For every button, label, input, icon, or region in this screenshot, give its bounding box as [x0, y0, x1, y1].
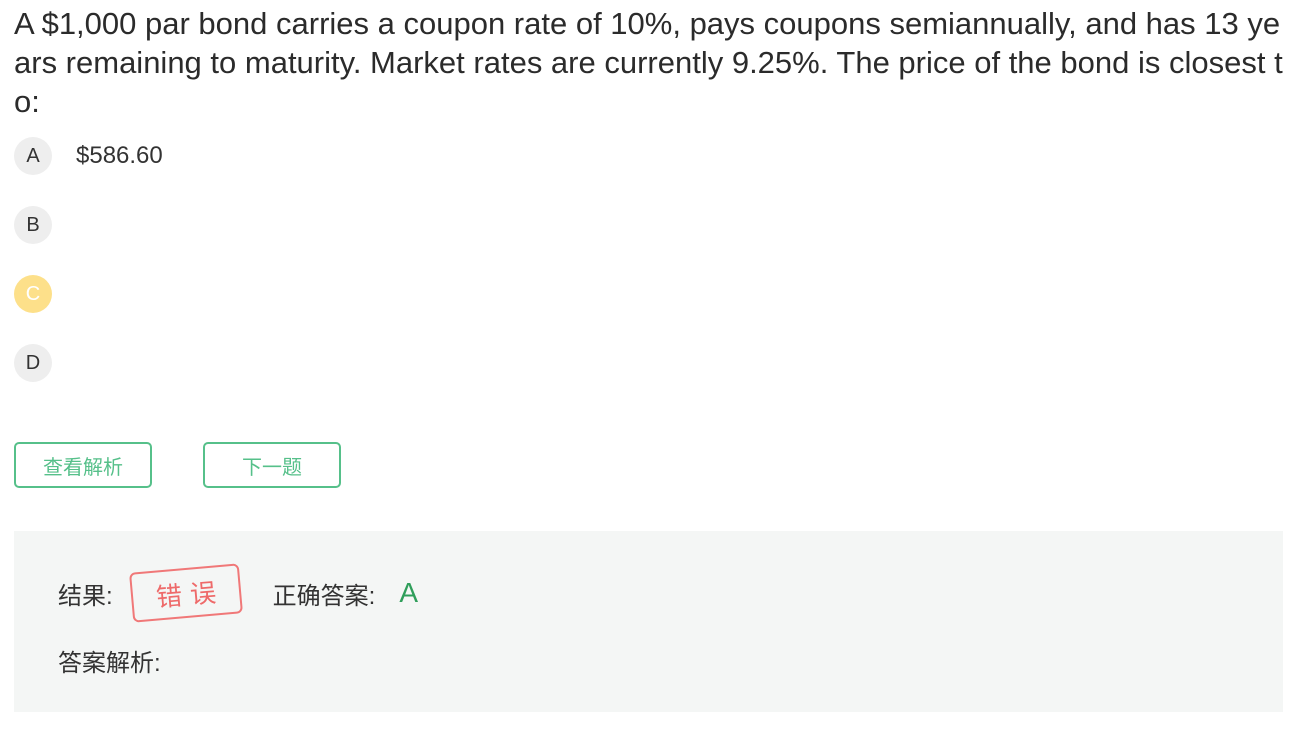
option-letter-selected: C [14, 275, 52, 313]
wrong-stamp: 错误 [128, 563, 243, 623]
options-list: A $586.60 B C D [14, 137, 1285, 382]
view-analysis-button[interactable]: 查看解析 [14, 442, 152, 488]
result-label: 结果: [58, 582, 113, 610]
question-text: A $1,000 par bond carries a coupon rate … [14, 6, 1283, 119]
result-row: 结果: 错误 正确答案: A [58, 561, 418, 625]
option-b[interactable]: B [14, 206, 1285, 244]
action-buttons: 查看解析 下一题 [14, 442, 341, 488]
option-letter: D [14, 344, 52, 382]
analysis-label: 答案解析: [58, 650, 161, 677]
option-a[interactable]: A $586.60 [14, 137, 1285, 175]
option-c[interactable]: C [14, 275, 1285, 313]
option-d[interactable]: D [14, 344, 1285, 382]
option-letter: B [14, 206, 52, 244]
option-letter: A [14, 137, 52, 175]
correct-answer-label: 正确答案: [272, 582, 376, 610]
result-panel: 结果: 错误 正确答案: A 答案解析: [14, 531, 1283, 712]
next-question-button[interactable]: 下一题 [203, 442, 341, 488]
quiz-page: A $1,000 par bond carries a coupon rate … [0, 0, 1299, 754]
option-text: $586.60 [76, 142, 163, 169]
correct-answer-value: A [399, 577, 419, 608]
